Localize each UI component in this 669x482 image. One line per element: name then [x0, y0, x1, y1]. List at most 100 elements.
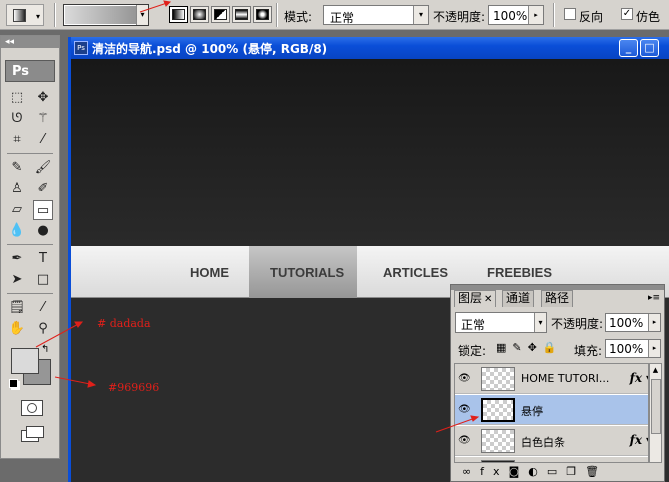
- opacity-input[interactable]: 100% ▸: [488, 5, 544, 25]
- chevron-right-icon[interactable]: ▸: [648, 314, 660, 331]
- options-bar: ▾ ▾ 模式: 正常 ▾ 不透明度: 100% ▸ 反向 ✓ 仿色: [0, 0, 669, 30]
- screen-mode-icon[interactable]: [21, 426, 45, 442]
- photoshop-logo[interactable]: Ps: [5, 60, 55, 82]
- lasso-tool-icon[interactable]: ᘎ: [7, 109, 27, 129]
- layer-thumbnail: [481, 429, 515, 453]
- layers-bottom-toolbar: ∞fx◙◐▭❐🗑: [454, 465, 663, 481]
- gradient-tool-icon[interactable]: ▭: [33, 200, 53, 220]
- lock-icons[interactable]: ▦✎✥🔒: [496, 341, 563, 354]
- document-title: 清洁的导航.psd @ 100% (悬停, RGB/8): [92, 42, 328, 56]
- new-group-icon[interactable]: ▭: [547, 465, 566, 478]
- eraser-tool-icon[interactable]: ▱: [7, 200, 27, 220]
- chevron-down-icon: ▾: [35, 12, 40, 21]
- chevron-down-icon: ▾: [534, 313, 546, 332]
- opacity-value: 100%: [493, 9, 528, 23]
- document-left-border: [68, 37, 71, 482]
- scrollbar-thumb[interactable]: [651, 379, 661, 434]
- blend-mode-value: 正常: [461, 318, 486, 332]
- eye-icon[interactable]: 👁: [458, 373, 471, 384]
- fill-label: 填充:: [574, 344, 603, 358]
- history-brush-icon[interactable]: ✐: [33, 179, 53, 199]
- layer-row-hover[interactable]: 👁 悬停: [455, 395, 648, 425]
- type-tool-icon[interactable]: T: [33, 249, 53, 269]
- default-colors-icon[interactable]: [9, 379, 18, 388]
- mode-select[interactable]: 正常 ▾: [323, 5, 429, 25]
- tab-layers[interactable]: 图层 ✕: [454, 290, 497, 307]
- delete-layer-icon[interactable]: 🗑: [585, 465, 608, 478]
- reverse-label: 反向: [579, 10, 604, 24]
- canvas-top-area[interactable]: [68, 59, 669, 246]
- fill-input[interactable]: 100% ▸: [605, 339, 661, 358]
- move-tool-icon[interactable]: ✥: [33, 88, 53, 108]
- toolbox-header[interactable]: ◂◂: [1, 36, 59, 48]
- gradient-preview: [65, 6, 136, 24]
- opacity-label: 不透明度:: [433, 10, 486, 24]
- diamond-gradient-button[interactable]: [253, 6, 272, 23]
- layer-row-background[interactable]: 👁 背景: [455, 457, 648, 462]
- tab-paths[interactable]: 路径: [541, 290, 574, 307]
- annotation-foreground: # dadada: [97, 317, 151, 330]
- add-mask-icon[interactable]: ◙: [509, 465, 529, 478]
- angle-gradient-button[interactable]: [211, 6, 230, 23]
- foreground-color-swatch[interactable]: [11, 348, 39, 374]
- path-select-icon[interactable]: ➤: [7, 270, 27, 290]
- nav-item-tutorials: TUTORIALS: [270, 265, 345, 280]
- linear-gradient-button[interactable]: [169, 6, 188, 23]
- layer-thumbnail: [481, 460, 515, 462]
- blend-mode-select[interactable]: 正常 ▾: [455, 312, 547, 333]
- chevron-up-icon[interactable]: ▲: [650, 364, 661, 377]
- zoom-tool-icon[interactable]: ⚲: [33, 319, 53, 339]
- separator: [276, 3, 278, 27]
- document-titlebar[interactable]: Ps 清洁的导航.psd @ 100% (悬停, RGB/8) _ □: [68, 37, 669, 59]
- layer-opacity-value: 100%: [609, 316, 644, 330]
- layer-row-text[interactable]: 👁 HOME TUTORI... fx ▾: [455, 364, 648, 394]
- shape-tool-icon[interactable]: □: [33, 270, 53, 290]
- dither-checkbox[interactable]: ✓: [621, 8, 633, 20]
- separator: [553, 3, 555, 27]
- panel-menu-icon[interactable]: ▸≡: [648, 293, 660, 303]
- link-layers-icon[interactable]: ∞: [462, 465, 480, 478]
- adjustment-layer-icon[interactable]: ◐: [528, 465, 547, 478]
- hand-tool-icon[interactable]: ✋: [7, 319, 27, 339]
- healing-brush-icon[interactable]: ✎: [7, 158, 27, 178]
- radial-gradient-button[interactable]: [190, 6, 209, 23]
- annotation-background: #969696: [108, 381, 160, 394]
- dodge-tool-icon[interactable]: ●: [33, 221, 53, 241]
- crop-tool-icon[interactable]: ⌗: [7, 130, 27, 150]
- layer-opacity-input[interactable]: 100% ▸: [605, 313, 661, 332]
- clone-stamp-icon[interactable]: ♙: [7, 179, 27, 199]
- swap-colors-icon[interactable]: ↰: [41, 344, 49, 355]
- gradient-picker[interactable]: ▾: [63, 4, 149, 26]
- quick-mask-icon[interactable]: [21, 400, 43, 416]
- eye-icon[interactable]: 👁: [458, 404, 471, 415]
- layer-row-white-bar[interactable]: 👁 白色白条 fx ▾: [455, 426, 648, 456]
- chevron-right-icon[interactable]: ▸: [528, 6, 543, 24]
- fx-icon[interactable]: fx: [630, 433, 642, 447]
- notes-tool-icon[interactable]: 🗒: [7, 298, 27, 318]
- pen-tool-icon[interactable]: ✒: [7, 249, 27, 269]
- minimize-button[interactable]: _: [619, 39, 638, 57]
- layer-list-scrollbar[interactable]: ▲: [649, 363, 662, 463]
- separator: [54, 3, 56, 27]
- chevron-down-icon[interactable]: ▾: [136, 5, 148, 25]
- fill-value: 100%: [609, 342, 644, 356]
- reflected-gradient-button[interactable]: [232, 6, 251, 23]
- gradient-tool-icon: [13, 9, 26, 22]
- fx-icon[interactable]: fx: [480, 465, 508, 478]
- slice-tool-icon[interactable]: ⁄: [33, 130, 53, 150]
- tab-channels[interactable]: 通道: [502, 290, 535, 307]
- chevron-right-icon[interactable]: ▸: [648, 340, 660, 357]
- eyedropper-icon[interactable]: ⁄: [33, 298, 53, 318]
- blur-tool-icon[interactable]: 💧: [7, 221, 27, 241]
- eye-icon[interactable]: 👁: [458, 435, 471, 446]
- reverse-checkbox[interactable]: [564, 8, 576, 20]
- magic-wand-icon[interactable]: ⚚: [33, 109, 53, 129]
- marquee-tool-icon[interactable]: ⬚: [7, 88, 27, 108]
- tool-preset-picker[interactable]: ▾: [6, 4, 44, 26]
- fx-icon[interactable]: fx: [630, 371, 642, 385]
- new-layer-icon[interactable]: ❐: [566, 465, 585, 478]
- layer-list: 👁 HOME TUTORI... fx ▾ 👁 悬停 👁 白色白条 fx ▾ 👁…: [454, 363, 649, 463]
- brush-tool-icon[interactable]: 🖌: [33, 158, 53, 178]
- layer-thumbnail: [481, 398, 515, 422]
- maximize-button[interactable]: □: [640, 39, 659, 57]
